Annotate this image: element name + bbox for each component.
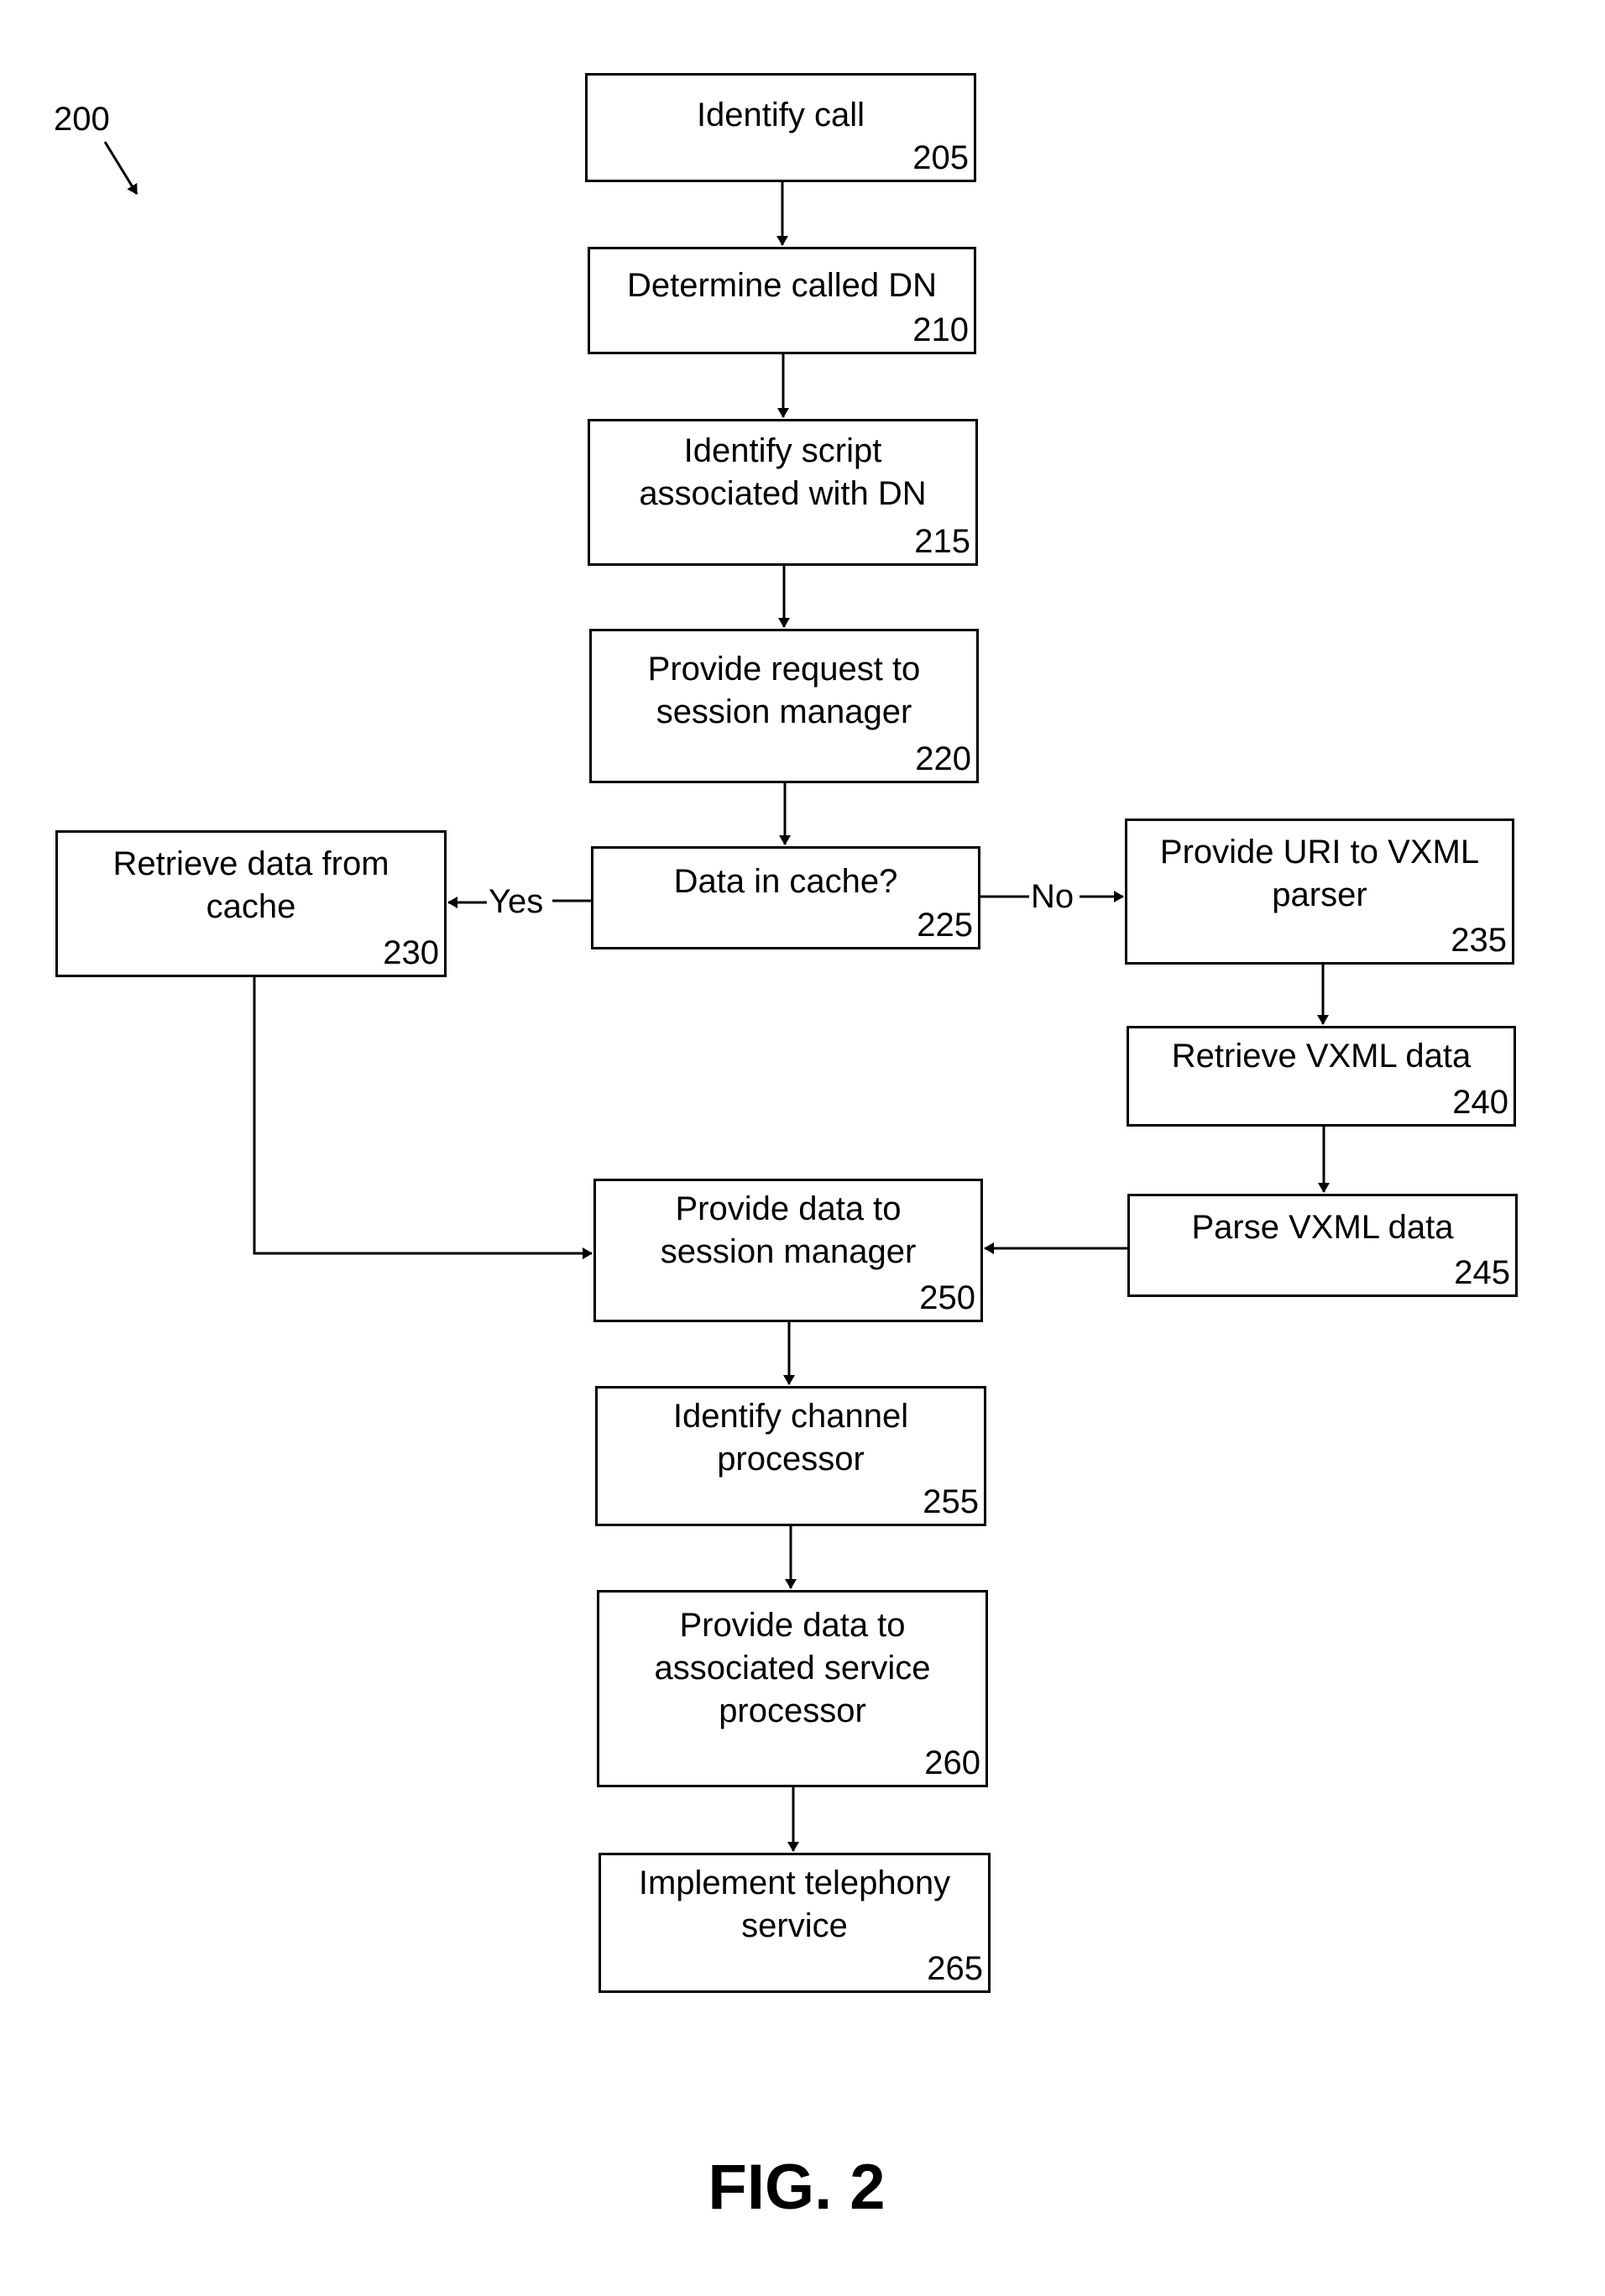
step-235: Provide URI to VXML parser 235 xyxy=(1125,819,1514,965)
step-250: Provide data to session manager 250 xyxy=(593,1179,983,1322)
step-label: Provide data to session manager xyxy=(660,1190,917,1270)
step-ref: 220 xyxy=(915,740,971,777)
figure-title: FIG. 2 xyxy=(708,2152,886,2223)
step-ref: 260 xyxy=(924,1744,980,1781)
step-label: Identify channel processor xyxy=(672,1398,909,1477)
figure-ref-arrow xyxy=(103,141,139,195)
step-230: Retrieve data from cache 230 xyxy=(55,830,447,977)
step-ref: 250 xyxy=(919,1279,975,1316)
step-label: Retrieve VXML data xyxy=(1171,1038,1472,1075)
yes-branch-label: Yes xyxy=(487,883,546,920)
step-label: Implement telephony service xyxy=(638,1865,951,1944)
step-ref: 245 xyxy=(1454,1254,1510,1291)
step-ref: 255 xyxy=(923,1483,979,1520)
figure-reference-number: 200 xyxy=(54,101,110,138)
step-220: Provide request to session manager 220 xyxy=(589,629,979,783)
step-label: Provide request to session manager xyxy=(647,651,921,730)
step-ref: 240 xyxy=(1452,1084,1508,1121)
step-ref: 235 xyxy=(1451,922,1507,959)
step-245: Parse VXML data 245 xyxy=(1127,1194,1518,1297)
step-265: Implement telephony service 265 xyxy=(599,1853,991,1993)
step-label: Identify script associated with DN xyxy=(639,432,927,512)
step-215: Identify script associated with DN 215 xyxy=(588,419,978,566)
step-ref: 265 xyxy=(927,1950,983,1987)
step-label: Identify call xyxy=(696,97,865,133)
step-label: Provide URI to VXML parser xyxy=(1159,834,1480,913)
step-ref: 215 xyxy=(914,523,970,560)
step-ref: 225 xyxy=(917,907,973,944)
step-label: Data in cache? xyxy=(673,863,898,900)
step-ref: 230 xyxy=(383,934,439,971)
step-205: Identify call 205 xyxy=(585,73,976,182)
step-label: Parse VXML data xyxy=(1191,1209,1454,1246)
step-label: Determine called DN xyxy=(626,267,938,304)
step-ref: 210 xyxy=(912,311,969,348)
step-255: Identify channel processor 255 xyxy=(595,1386,986,1526)
step-label: Provide data to associated service proce… xyxy=(654,1607,931,1729)
step-240: Retrieve VXML data 240 xyxy=(1127,1026,1516,1127)
step-210: Determine called DN 210 xyxy=(588,247,976,354)
step-label: Retrieve data from cache xyxy=(112,845,389,925)
step-ref: 205 xyxy=(912,139,969,176)
arrow-230-250 xyxy=(253,977,593,1259)
step-225-decision: Data in cache? 225 xyxy=(591,846,980,949)
no-branch-label: No xyxy=(1029,878,1076,915)
step-260: Provide data to associated service proce… xyxy=(597,1590,988,1787)
